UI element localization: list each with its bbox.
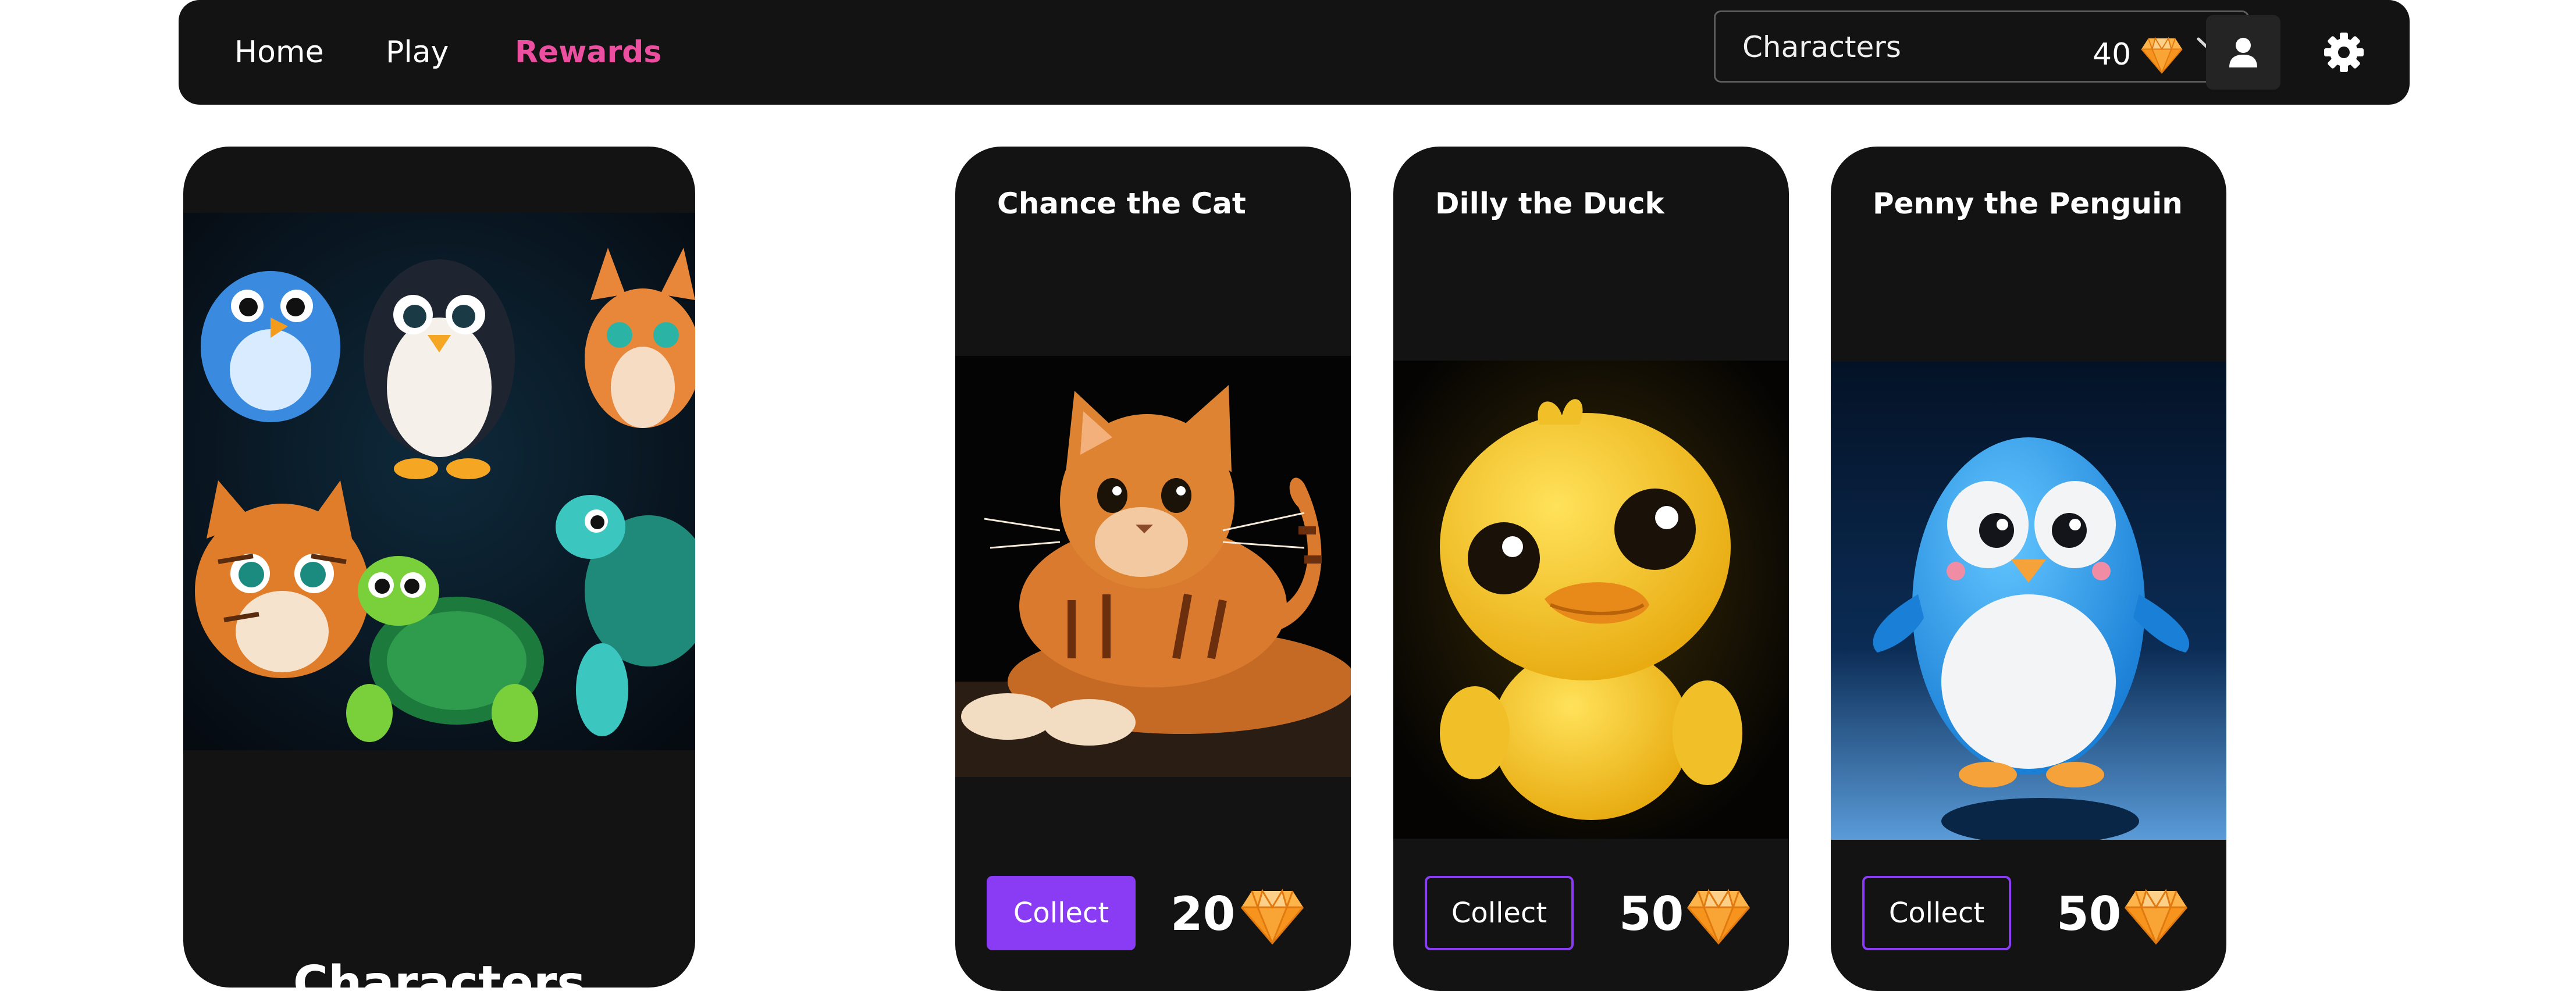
hero-card-title: Characters (293, 956, 586, 988)
reward-price: 50 (2056, 887, 2122, 941)
nav-rewards-link[interactable]: Rewards (515, 34, 661, 71)
reward-card-title: Chance the Cat (997, 187, 1246, 220)
settings-button[interactable] (2307, 15, 2381, 90)
category-select-value: Characters (1742, 30, 1901, 64)
duck-image (1393, 361, 1789, 839)
reward-card: Chance the Cat Collect 20 (955, 147, 1351, 991)
penguin-image (1831, 362, 2226, 840)
profile-button[interactable] (2206, 15, 2280, 90)
reward-card-title: Penny the Penguin (1873, 187, 2183, 220)
nav-home-link[interactable]: Home (234, 34, 324, 71)
gem-icon (1240, 887, 1304, 946)
gem-icon (2124, 887, 2188, 946)
gem-icon (2140, 36, 2183, 74)
cat-image (955, 356, 1351, 777)
gem-icon (1687, 887, 1750, 946)
reward-card-title: Dilly the Duck (1435, 187, 1664, 220)
gear-icon (2324, 33, 2364, 72)
reward-card: Penny the Penguin Collect 50 (1831, 147, 2226, 991)
top-navbar: Home Play Rewards Characters 40 (179, 0, 2410, 105)
reward-price: 20 (1170, 887, 1236, 941)
nav-play-link[interactable]: Play (386, 34, 449, 71)
reward-price: 50 (1619, 887, 1684, 941)
reward-card: Dilly the Duck Collect 50 (1393, 147, 1789, 991)
characters-collage-image (183, 213, 695, 750)
collect-button[interactable]: Collect (1425, 876, 1574, 950)
collect-button[interactable]: Collect (987, 876, 1136, 950)
collect-button[interactable]: Collect (1862, 876, 2011, 950)
characters-hero-card[interactable]: Characters (183, 147, 695, 988)
gem-balance: 40 (2093, 37, 2132, 72)
user-icon (2229, 38, 2257, 67)
